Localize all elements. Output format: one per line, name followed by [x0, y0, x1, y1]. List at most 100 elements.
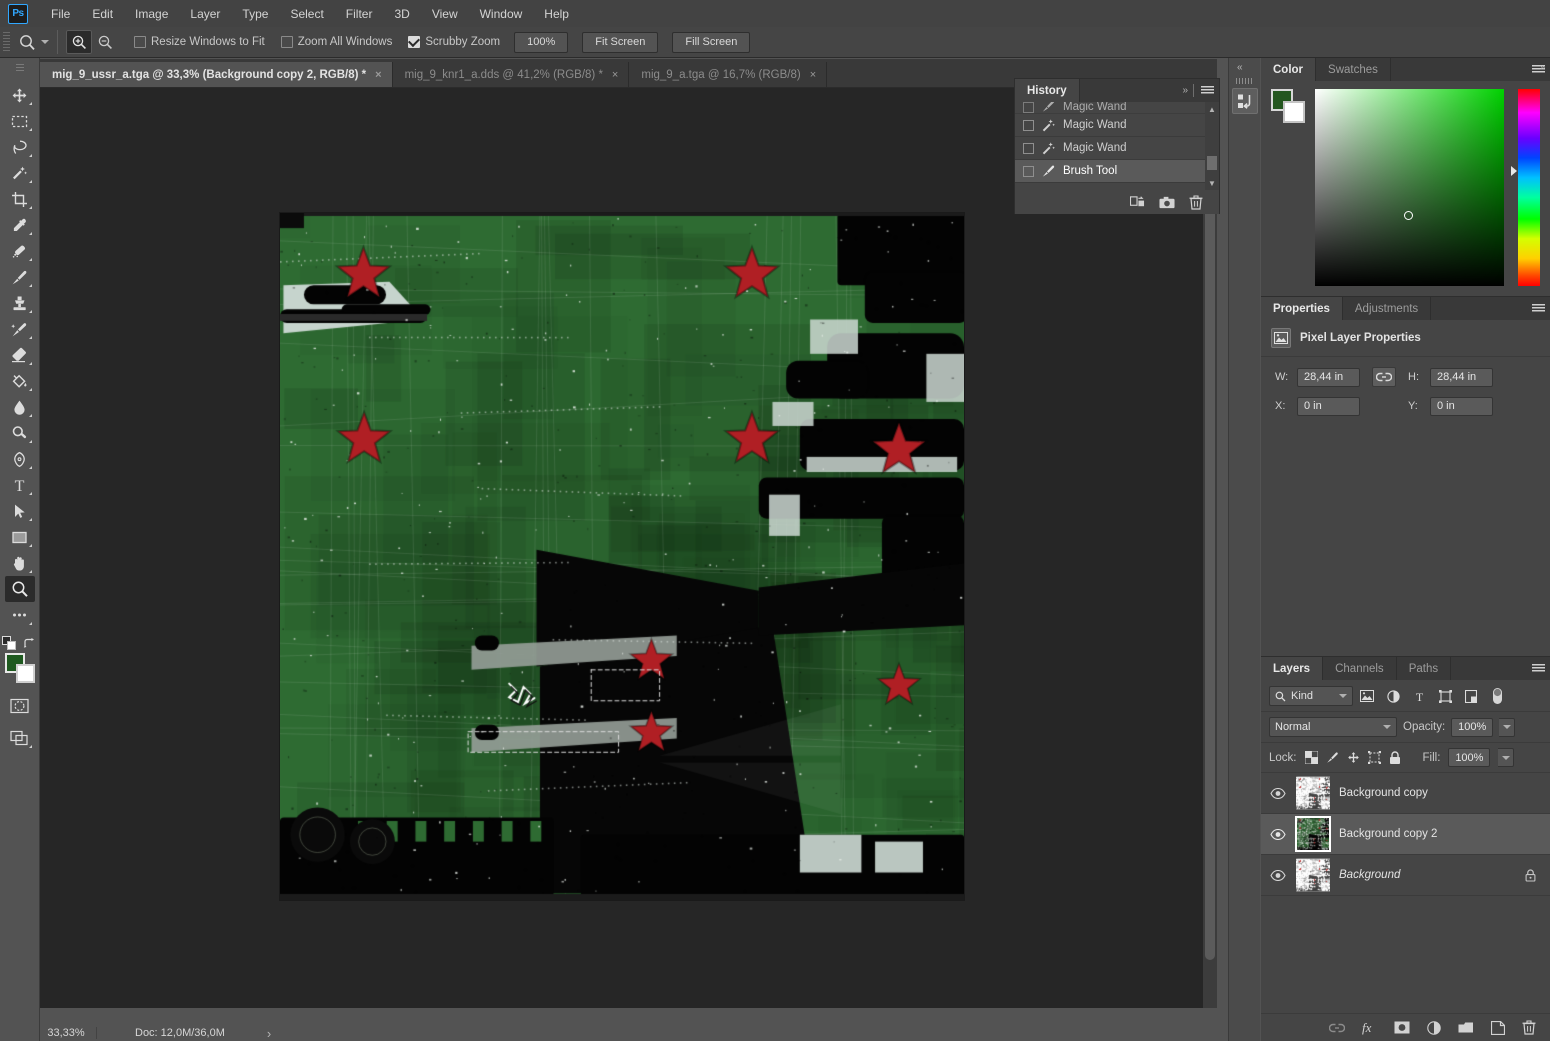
edit-toolbar-button[interactable]: [5, 602, 35, 628]
document-tab-mig9-ussr[interactable]: mig_9_ussr_a.tga @ 33,3% (Background cop…: [40, 62, 393, 87]
tab-history[interactable]: History: [1015, 79, 1080, 102]
menu-layer[interactable]: Layer: [179, 3, 231, 25]
quick-mask-button[interactable]: [5, 693, 35, 719]
blend-mode-select[interactable]: Normal: [1269, 717, 1397, 737]
delete-icon[interactable]: [1189, 195, 1203, 210]
zoom-in-button[interactable]: [66, 30, 92, 54]
new-group-icon[interactable]: [1458, 1021, 1474, 1034]
menu-edit[interactable]: Edit: [81, 3, 124, 25]
adjustment-layer-icon[interactable]: [1427, 1021, 1441, 1035]
layer-mask-icon[interactable]: [1394, 1021, 1410, 1034]
background-color-swatch[interactable]: [16, 664, 35, 683]
opacity-stepper[interactable]: [1499, 718, 1515, 737]
width-input[interactable]: 28,44 in: [1297, 368, 1360, 387]
fill-screen-button[interactable]: Fill Screen: [672, 32, 750, 53]
move-tool[interactable]: [5, 82, 35, 108]
double-chevron-right-icon[interactable]: »: [1540, 62, 1544, 72]
layer-filter-kind-select[interactable]: Kind: [1269, 686, 1353, 706]
type-tool[interactable]: T: [5, 472, 35, 498]
tab-adjustments[interactable]: Adjustments: [1343, 297, 1431, 320]
canvas-area[interactable]: [40, 88, 1217, 1008]
menu-view[interactable]: View: [421, 3, 469, 25]
pen-tool[interactable]: [5, 446, 35, 472]
path-selection-tool[interactable]: [5, 498, 35, 524]
close-icon[interactable]: ×: [810, 69, 816, 81]
delete-layer-icon[interactable]: [1522, 1020, 1536, 1035]
eyedropper-tool[interactable]: [5, 212, 35, 238]
double-chevron-left-icon[interactable]: «: [1237, 62, 1242, 73]
menu-type[interactable]: Type: [231, 3, 279, 25]
history-collapsed-icon[interactable]: [1232, 88, 1258, 114]
panel-menu-icon[interactable]: [1532, 304, 1545, 313]
toolbar-grip[interactable]: [16, 64, 24, 72]
color-picker-field[interactable]: [1315, 89, 1504, 286]
layer-name[interactable]: Background copy: [1339, 787, 1428, 799]
fill-stepper[interactable]: [1498, 748, 1514, 767]
lasso-tool[interactable]: [5, 134, 35, 160]
new-layer-icon[interactable]: [1491, 1021, 1505, 1035]
rectangular-marquee-tool[interactable]: [5, 108, 35, 134]
document-tab-mig9-knr1[interactable]: mig_9_knr1_a.dds @ 41,2% (RGB/8) * ×: [393, 62, 630, 87]
layer-visibility-eye-icon[interactable]: [1269, 829, 1287, 840]
clone-stamp-tool[interactable]: [5, 290, 35, 316]
layer-thumbnail[interactable]: [1296, 817, 1330, 851]
color-swatches[interactable]: [5, 653, 35, 683]
tab-color[interactable]: Color: [1261, 58, 1316, 81]
history-snapshot-checkbox[interactable]: [1023, 166, 1034, 177]
options-bar-grip[interactable]: [3, 32, 10, 53]
smart-object-filter-icon[interactable]: [1459, 686, 1483, 706]
document-canvas[interactable]: [280, 213, 964, 900]
resize-windows-to-fit-checkbox[interactable]: Resize Windows to Fit: [134, 36, 265, 48]
scroll-up-icon[interactable]: ▲: [1205, 102, 1219, 116]
menu-select[interactable]: Select: [279, 3, 334, 25]
hue-slider-marker[interactable]: [1511, 166, 1517, 176]
history-snapshot-checkbox[interactable]: [1023, 102, 1034, 113]
zoom-tool[interactable]: [5, 576, 35, 602]
layer-name[interactable]: Background: [1339, 869, 1400, 881]
lock-all-icon[interactable]: [1389, 751, 1401, 765]
new-snapshot-icon[interactable]: [1159, 196, 1175, 209]
layer-row-background-copy[interactable]: Background copy: [1261, 773, 1550, 814]
scroll-down-icon[interactable]: ▼: [1205, 176, 1219, 190]
layer-thumbnail[interactable]: [1296, 776, 1330, 810]
link-layers-icon[interactable]: [1329, 1023, 1345, 1033]
color-picker-marker[interactable]: [1404, 211, 1413, 220]
zoom-all-windows-checkbox[interactable]: Zoom All Windows: [281, 36, 393, 48]
tab-swatches[interactable]: Swatches: [1316, 58, 1391, 81]
close-icon[interactable]: ×: [612, 69, 618, 81]
lock-position-icon[interactable]: [1347, 751, 1360, 764]
layer-row-background-copy-2[interactable]: Background copy 2: [1261, 814, 1550, 855]
zoom-100-button[interactable]: 100%: [514, 32, 568, 53]
layer-visibility-eye-icon[interactable]: [1269, 788, 1287, 799]
scrollbar-thumb[interactable]: [1205, 90, 1215, 960]
rectangle-tool[interactable]: [5, 524, 35, 550]
scrollbar-thumb[interactable]: [1207, 156, 1217, 170]
fit-screen-button[interactable]: Fit Screen: [582, 32, 658, 53]
shape-filter-icon[interactable]: [1433, 686, 1457, 706]
history-row-selected[interactable]: Brush Tool: [1015, 160, 1219, 183]
color-panel-swatches[interactable]: [1271, 89, 1305, 123]
spot-healing-brush-tool[interactable]: [5, 238, 35, 264]
blur-tool[interactable]: [5, 394, 35, 420]
menu-window[interactable]: Window: [469, 3, 534, 25]
dodge-tool[interactable]: [5, 420, 35, 446]
default-colors-icon[interactable]: [2, 636, 17, 651]
opacity-input[interactable]: 100%: [1451, 718, 1493, 737]
menu-file[interactable]: File: [40, 3, 81, 25]
history-snapshot-checkbox[interactable]: [1023, 120, 1034, 131]
close-icon[interactable]: ×: [375, 69, 381, 81]
type-filter-icon[interactable]: T: [1407, 686, 1431, 706]
tab-layers[interactable]: Layers: [1261, 657, 1323, 680]
x-input[interactable]: 0 in: [1297, 397, 1360, 416]
eraser-tool[interactable]: [5, 342, 35, 368]
layer-filter-toggle[interactable]: [1485, 686, 1509, 706]
link-chain-icon[interactable]: [1372, 367, 1396, 387]
y-input[interactable]: 0 in: [1430, 397, 1493, 416]
history-snapshot-checkbox[interactable]: [1023, 143, 1034, 154]
fill-input[interactable]: 100%: [1448, 748, 1490, 767]
magic-wand-tool[interactable]: [5, 160, 35, 186]
tab-properties[interactable]: Properties: [1261, 297, 1343, 320]
new-document-from-state-icon[interactable]: [1130, 195, 1145, 209]
screen-mode-button[interactable]: [5, 725, 35, 751]
history-row[interactable]: Magic Wand: [1015, 114, 1219, 137]
